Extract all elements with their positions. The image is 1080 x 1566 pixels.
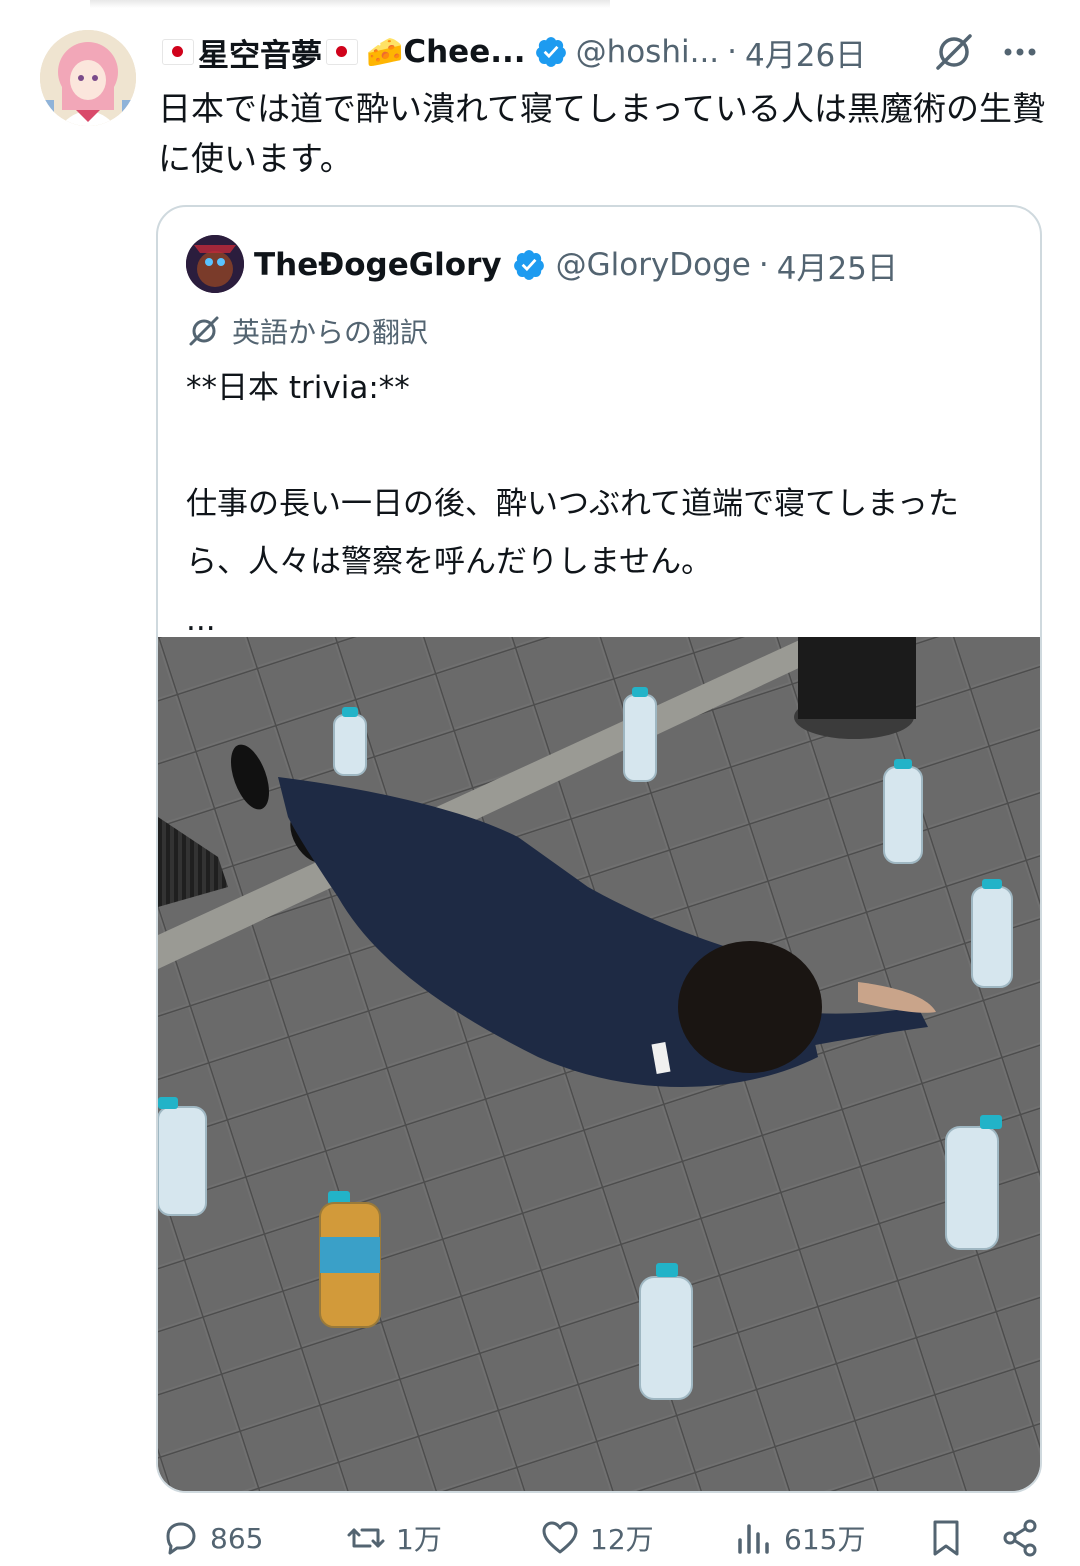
tweet-header: 星空音夢 🧀 Chee... @hoshi... · 4月26日 bbox=[158, 28, 1058, 76]
verified-badge-icon[interactable] bbox=[534, 35, 568, 69]
previous-content-edge bbox=[90, 0, 610, 8]
author-avatar[interactable] bbox=[40, 30, 136, 126]
share-icon bbox=[1003, 1519, 1037, 1557]
repost-icon bbox=[347, 1528, 385, 1548]
share-button[interactable] bbox=[1000, 1518, 1050, 1558]
tweet-action-bar: 865 1万 12万 615万 bbox=[0, 1510, 1080, 1566]
reply-button[interactable]: 865 bbox=[160, 1518, 263, 1558]
verified-badge-icon[interactable] bbox=[512, 248, 546, 282]
grok-icon[interactable] bbox=[932, 30, 976, 74]
bookmark-button[interactable] bbox=[926, 1518, 976, 1558]
japan-flag-icon bbox=[326, 39, 358, 65]
translation-label-text: 英語からの翻訳 bbox=[232, 316, 429, 349]
separator-dot: · bbox=[758, 247, 769, 283]
author-handle[interactable]: @hoshi... bbox=[576, 34, 720, 70]
like-count: 12万 bbox=[590, 1523, 654, 1556]
quoted-author-handle[interactable]: @GloryDoge bbox=[556, 247, 751, 283]
quoted-author-name[interactable]: TheĐogeGlory bbox=[254, 247, 502, 283]
views-button[interactable]: 615万 bbox=[734, 1518, 865, 1558]
quoted-tweet-header: TheĐogeGlory @GloryDoge · 4月25日 bbox=[254, 241, 898, 289]
more-icon[interactable] bbox=[998, 30, 1042, 74]
japan-flag-icon bbox=[162, 39, 194, 65]
grok-icon bbox=[189, 316, 219, 346]
quoted-tweet[interactable]: TheĐogeGlory @GloryDoge · 4月25日 英語からの翻訳 … bbox=[156, 205, 1042, 1493]
tweet-text: 日本では道で酔い潰れて寝てしまっている人は黒魔術の生贄に使います。 bbox=[158, 89, 1046, 178]
repost-button[interactable]: 1万 bbox=[346, 1518, 442, 1558]
quoted-text-line-2: 仕事の長い一日の後、酔いつぶれて道端で寝てしまったら、人々は警察を呼んだりしませ… bbox=[186, 486, 959, 580]
quoted-tweet-text: **日本 trivia:** 仕事の長い一日の後、酔いつぶれて道端で寝てしまった… bbox=[186, 359, 1006, 649]
quoted-text-line-1: **日本 trivia:** bbox=[186, 370, 410, 406]
quoted-tweet-date[interactable]: 4月25日 bbox=[777, 243, 898, 288]
separator-dot: · bbox=[727, 34, 738, 70]
views-icon bbox=[738, 1524, 769, 1554]
author-display-name[interactable]: 星空音夢 bbox=[198, 30, 322, 75]
quoted-author-avatar[interactable] bbox=[186, 235, 244, 293]
tweet-date[interactable]: 4月26日 bbox=[745, 30, 866, 75]
reply-icon bbox=[166, 1522, 196, 1555]
quoted-tweet-photo[interactable] bbox=[158, 637, 1040, 1491]
cheese-emoji-icon: 🧀 bbox=[366, 34, 404, 70]
author-name-suffix[interactable]: Chee... bbox=[403, 34, 525, 70]
bookmark-icon bbox=[933, 1520, 959, 1556]
views-count: 615万 bbox=[784, 1523, 866, 1556]
translation-label[interactable]: 英語からの翻訳 bbox=[186, 311, 428, 351]
like-button[interactable]: 12万 bbox=[540, 1518, 654, 1558]
repost-count: 1万 bbox=[396, 1523, 442, 1556]
reply-count: 865 bbox=[210, 1521, 264, 1555]
heart-icon bbox=[542, 1521, 578, 1554]
